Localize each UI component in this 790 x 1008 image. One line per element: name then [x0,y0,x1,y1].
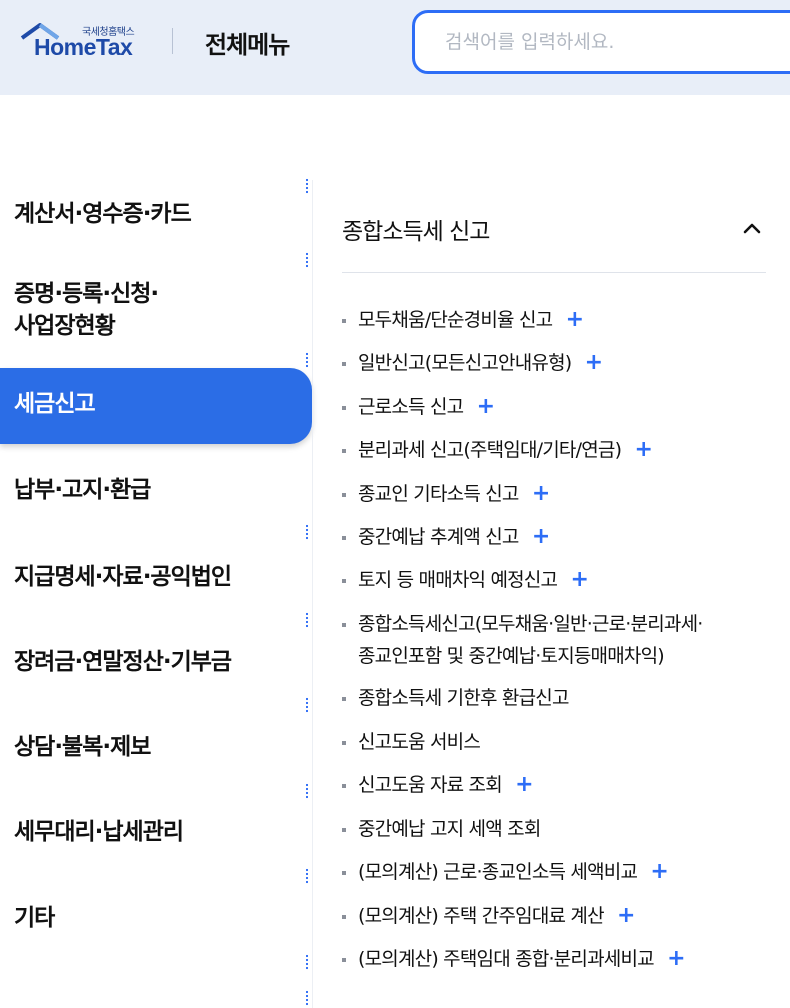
list-item[interactable]: 일반신고(모든신고안내유형) + [342,347,603,379]
plus-icon[interactable]: + [617,900,635,932]
list-item-label: 일반신고(모든신고안내유형) [358,352,572,374]
list-item-label: 종합소득세신고(모두채움·일반·근로·분리과세· [358,613,703,635]
menu-item-label: 지급명세·자료·공익법인 [14,564,232,590]
menu-item-tax-agent[interactable]: 세무대리·납세관리 [0,816,312,852]
list-item[interactable]: 중간예납 고지 세액 조회 [342,813,541,845]
list-item-label: 모두채움/단순경비율 신고 [358,309,553,331]
list-item-label: 분리과세 신고(주택임대/기타/연금) [358,439,622,461]
menu-item-etc[interactable]: 기타 [0,902,312,938]
panel-divider [312,180,313,1008]
plus-icon[interactable]: + [532,521,550,553]
list-item-label-line2: 종교인포함 및 중간예납·토지등매매차익) [358,645,665,667]
list-item-label: 근로소득 신고 [358,396,464,418]
plus-icon[interactable]: + [532,478,550,510]
menu-item-label: 기타 [14,905,55,931]
menu-item-payment-statement[interactable]: 지급명세·자료·공익법인 [0,561,312,597]
menu-item-payment-notice-refund[interactable]: 납부·고지·환급 [0,474,312,510]
menu-item-consult-appeal-report[interactable]: 상담·불복·제보 [0,731,312,767]
menu-dot-separator [306,697,308,713]
list-item-label: (모의계산) 근로·종교인소득 세액비교 [358,861,638,883]
plus-icon[interactable]: + [667,943,685,975]
list-item-label: 토지 등 매매차익 예정신고 [358,569,558,591]
menu-item-label: 세금신고 [14,391,96,417]
bullet-icon [342,493,346,497]
bullet-icon [342,697,346,701]
list-item-label: (모의계산) 주택 간주임대료 계산 [358,905,605,927]
menu-item-label: 증명·등록·신청· [14,281,159,307]
section-divider [342,272,766,273]
list-item-label: 중간예납 추계액 신고 [358,526,519,548]
list-item[interactable]: 중간예납 추계액 신고 + [342,521,550,553]
bullet-icon [342,319,346,323]
menu-item-label: 상담·불복·제보 [14,734,151,760]
menu-item-tax-filing[interactable]: 세금신고 [0,368,312,444]
list-item[interactable]: 종교인 기타소득 신고 + [342,478,550,510]
menu-item-label: 세무대리·납세관리 [14,819,184,845]
menu-dot-separator [306,783,308,799]
bullet-icon [342,449,346,453]
plus-icon[interactable]: + [634,434,652,466]
plus-icon[interactable]: + [515,769,533,801]
bullet-icon [342,828,346,832]
search-box[interactable] [412,10,790,74]
menu-item-invoice-receipt-card[interactable]: 계산서·영수증·카드 [0,198,312,234]
list-item-label: 신고도움 자료 조회 [358,774,503,796]
header-divider [172,28,173,54]
plus-icon[interactable]: + [570,564,588,596]
menu-dot-separator [306,178,308,194]
list-item[interactable]: 토지 등 매매차익 예정신고 + [342,564,589,596]
list-item[interactable]: 신고도움 서비스 [342,726,481,758]
list-item[interactable]: 근로소득 신고 + [342,391,495,423]
section-header[interactable]: 종합소득세 신고 [342,198,766,260]
plus-icon[interactable]: + [650,856,668,888]
plus-icon[interactable]: + [585,347,603,379]
bullet-icon [342,741,346,745]
bullet-icon [342,915,346,919]
plus-icon[interactable]: + [477,391,495,423]
chevron-up-icon[interactable] [742,218,762,238]
top-header: 국세청홈택스 HomeTax 전체메뉴 [0,0,790,95]
bullet-icon [342,871,346,875]
list-item-label: 종합소득세 기한후 환급신고 [358,687,569,709]
bullet-icon [342,579,346,583]
menu-dot-separator [306,352,308,368]
list-item[interactable]: 종합소득세신고(모두채움·일반·근로·분리과세· 종교인포함 및 중간예납·토지… [342,608,782,672]
plus-icon[interactable]: + [566,304,584,336]
list-item[interactable]: 종합소득세 기한후 환급신고 [342,682,569,714]
menu-item-label: 장려금·연말정산·기부금 [14,649,232,675]
list-item[interactable]: 분리과세 신고(주택임대/기타/연금) + [342,434,653,466]
bullet-icon [342,362,346,366]
menu-item-incentive-settlement-donation[interactable]: 장려금·연말정산·기부금 [0,646,312,682]
bullet-icon [342,784,346,788]
menu-dot-separator [306,954,308,970]
logo-wordmark: HomeTax [34,34,133,60]
bullet-icon [342,623,346,627]
page-title: 전체메뉴 [205,31,290,59]
list-item[interactable]: 모두채움/단순경비율 신고 + [342,304,584,336]
menu-dot-separator [306,252,308,268]
hometax-logo[interactable]: 국세청홈택스 HomeTax [20,22,144,62]
menu-dot-separator [306,612,308,628]
menu-item-label: 납부·고지·환급 [14,477,151,503]
list-item[interactable]: (모의계산) 근로·종교인소득 세액비교 + [342,856,669,888]
menu-item-label-line2: 사업장현황 [14,313,116,339]
menu-item-certificate-registration[interactable]: 증명·등록·신청· 사업장현황 [0,278,312,344]
list-item[interactable]: (모의계산) 주택 간주임대료 계산 + [342,900,635,932]
list-item-label: 종교인 기타소득 신고 [358,483,519,505]
list-item[interactable]: (모의계산) 주택임대 종합·분리과세비교 + [342,943,686,975]
section-title: 종합소득세 신고 [342,219,490,245]
search-input[interactable] [445,27,765,57]
list-item-label: 신고도움 서비스 [358,731,481,753]
list-item-label: (모의계산) 주택임대 종합·분리과세비교 [358,948,655,970]
bullet-icon [342,406,346,410]
bullet-icon [342,958,346,962]
list-item[interactable]: 신고도움 자료 조회 + [342,769,534,801]
menu-item-label: 계산서·영수증·카드 [14,201,192,227]
menu-dot-separator [306,524,308,540]
menu-dot-separator [306,990,308,1006]
menu-dot-separator [306,868,308,884]
list-item-label: 중간예납 고지 세액 조회 [358,818,541,840]
bullet-icon [342,536,346,540]
